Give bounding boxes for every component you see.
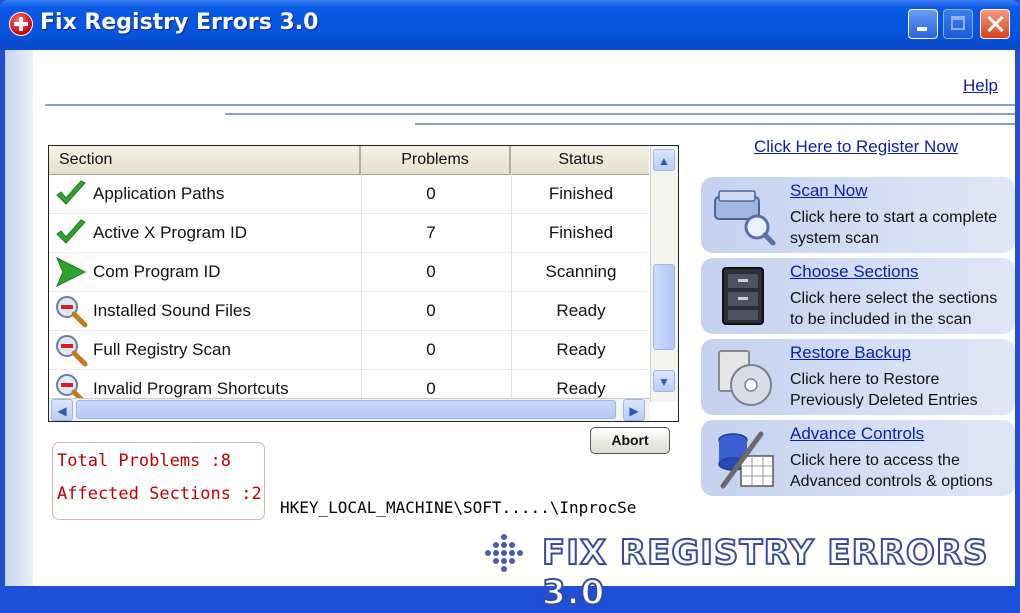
- list-item[interactable]: Com Program ID 0 Scanning: [49, 252, 649, 292]
- current-registry-path: HKEY_LOCAL_MACHINE\SOFT.....\InprocSe: [280, 498, 637, 517]
- minimize-button[interactable]: [908, 9, 938, 39]
- affected-sections-text: Affected Sections :2: [57, 484, 262, 504]
- section-name: Active X Program ID: [93, 223, 247, 242]
- logo-dots-icon: [485, 534, 523, 572]
- status-text: Ready: [556, 301, 606, 320]
- close-button[interactable]: [980, 9, 1010, 39]
- advance-controls-description: Click here to access the Advanced contro…: [790, 452, 993, 490]
- scan-now-description: Click here to start a complete system sc…: [790, 209, 998, 247]
- magnifier-icon: [54, 291, 88, 330]
- problem-count: 0: [426, 184, 436, 203]
- logo-text: FIX REGISTRY ERRORS 3.0: [541, 532, 989, 613]
- problem-count: 0: [426, 262, 436, 281]
- section-name: Full Registry Scan: [93, 340, 231, 359]
- left-border-decoration: [5, 50, 33, 586]
- choose-sections-description: Click here select the sections to be inc…: [790, 290, 998, 328]
- scanner-icon: [711, 183, 777, 247]
- column-header-section[interactable]: Section: [49, 146, 361, 174]
- title-bar[interactable]: Fix Registry Errors 3.0: [0, 0, 1020, 50]
- scroll-thumb[interactable]: [76, 400, 616, 419]
- choose-sections-link[interactable]: Choose Sections: [790, 262, 919, 282]
- list-item[interactable]: Installed Sound Files 0 Ready: [49, 291, 649, 331]
- scroll-left-button[interactable]: ◀: [51, 399, 73, 421]
- header-divider: [415, 123, 1015, 125]
- scroll-right-button[interactable]: ▶: [623, 399, 645, 421]
- register-link[interactable]: Click Here to Register Now: [754, 137, 958, 157]
- scroll-thumb[interactable]: [653, 264, 675, 350]
- status-text: Scanning: [545, 262, 617, 281]
- list-header: Section Problems Status: [49, 146, 649, 175]
- section-name: Application Paths: [93, 184, 225, 203]
- green-check-icon: [54, 174, 88, 213]
- scan-now-link[interactable]: Scan Now: [790, 181, 867, 201]
- help-link[interactable]: Help: [963, 76, 998, 96]
- advance-controls-link[interactable]: Advance Controls: [790, 424, 924, 444]
- status-text: Finished: [548, 184, 614, 203]
- scroll-up-button[interactable]: ▲: [653, 149, 675, 171]
- maximize-button[interactable]: [943, 9, 973, 39]
- status-text: Ready: [556, 340, 606, 359]
- green-check-icon: [54, 213, 88, 252]
- vertical-scrollbar[interactable]: ▲ ▼: [650, 146, 678, 402]
- restore-backup-link[interactable]: Restore Backup: [790, 343, 911, 363]
- header-divider: [225, 113, 1015, 115]
- restore-backup-card[interactable]: Restore Backup Click here to Restore Pre…: [701, 339, 1015, 415]
- column-header-problems[interactable]: Problems: [361, 146, 511, 174]
- sections-list[interactable]: Section Problems Status Application Path…: [48, 145, 679, 422]
- restore-backup-description: Click here to Restore Previously Deleted…: [790, 371, 978, 409]
- section-name: Installed Sound Files: [93, 301, 251, 320]
- problem-count: 7: [426, 223, 436, 242]
- choose-sections-card[interactable]: Choose Sections Click here select the se…: [701, 258, 1015, 334]
- column-header-status[interactable]: Status: [511, 146, 651, 174]
- problem-count: 0: [426, 301, 436, 320]
- product-logo: FIX REGISTRY ERRORS 3.0: [482, 532, 1012, 613]
- status-text: Finished: [548, 223, 614, 242]
- scan-now-card[interactable]: Scan Now Click here to start a complete …: [701, 177, 1015, 253]
- scroll-down-button[interactable]: ▼: [653, 370, 675, 392]
- green-arrow-icon: [54, 252, 88, 291]
- problem-count: 0: [426, 340, 436, 359]
- summary-box: Total Problems :8 Affected Sections :2: [52, 442, 265, 520]
- window-title: Fix Registry Errors 3.0: [40, 10, 319, 35]
- horizontal-scrollbar[interactable]: ◀ ▶: [49, 398, 650, 421]
- tools-icon: [711, 426, 777, 490]
- advance-controls-card[interactable]: Advance Controls Click here to access th…: [701, 420, 1015, 496]
- backup-disc-icon: [711, 345, 777, 409]
- list-item[interactable]: Application Paths 0 Finished: [49, 174, 649, 214]
- list-item[interactable]: Active X Program ID 7 Finished: [49, 213, 649, 253]
- total-problems-text: Total Problems :8: [57, 451, 231, 471]
- magnifier-icon: [54, 330, 88, 369]
- file-cabinet-icon: [711, 264, 777, 328]
- header-divider: [45, 104, 1015, 106]
- abort-button[interactable]: Abort: [590, 427, 670, 454]
- app-icon: [9, 12, 33, 36]
- list-item[interactable]: Full Registry Scan 0 Ready: [49, 330, 649, 370]
- section-name: Com Program ID: [93, 262, 221, 281]
